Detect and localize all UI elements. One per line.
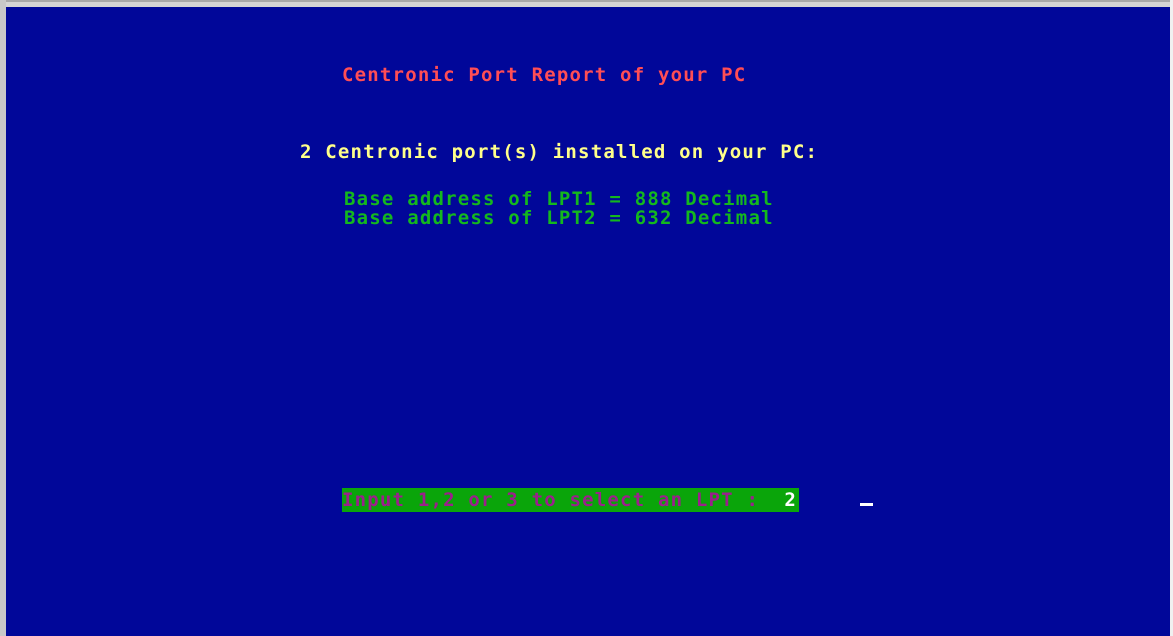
report-title: Centronic Port Report of your PC [342, 64, 747, 86]
port-base-address-lpt1: Base address of LPT1 = 888 Decimal [344, 188, 774, 210]
dos-console-screen[interactable]: Centronic Port Report of your PC 2 Centr… [6, 7, 1170, 636]
lpt-select-input-value[interactable]: 2 [784, 488, 797, 512]
lpt-select-prompt[interactable]: Input 1,2 or 3 to select an LPT : 2 [342, 488, 800, 512]
port-base-address-lpt2: Base address of LPT2 = 632 Decimal [344, 207, 774, 229]
text-cursor [860, 503, 873, 506]
window-frame: Centronic Port Report of your PC 2 Centr… [0, 0, 1173, 636]
lpt-select-prompt-label: Input 1,2 or 3 to select an LPT : [342, 489, 785, 511]
ports-installed-heading: 2 Centronic port(s) installed on your PC… [300, 141, 819, 163]
